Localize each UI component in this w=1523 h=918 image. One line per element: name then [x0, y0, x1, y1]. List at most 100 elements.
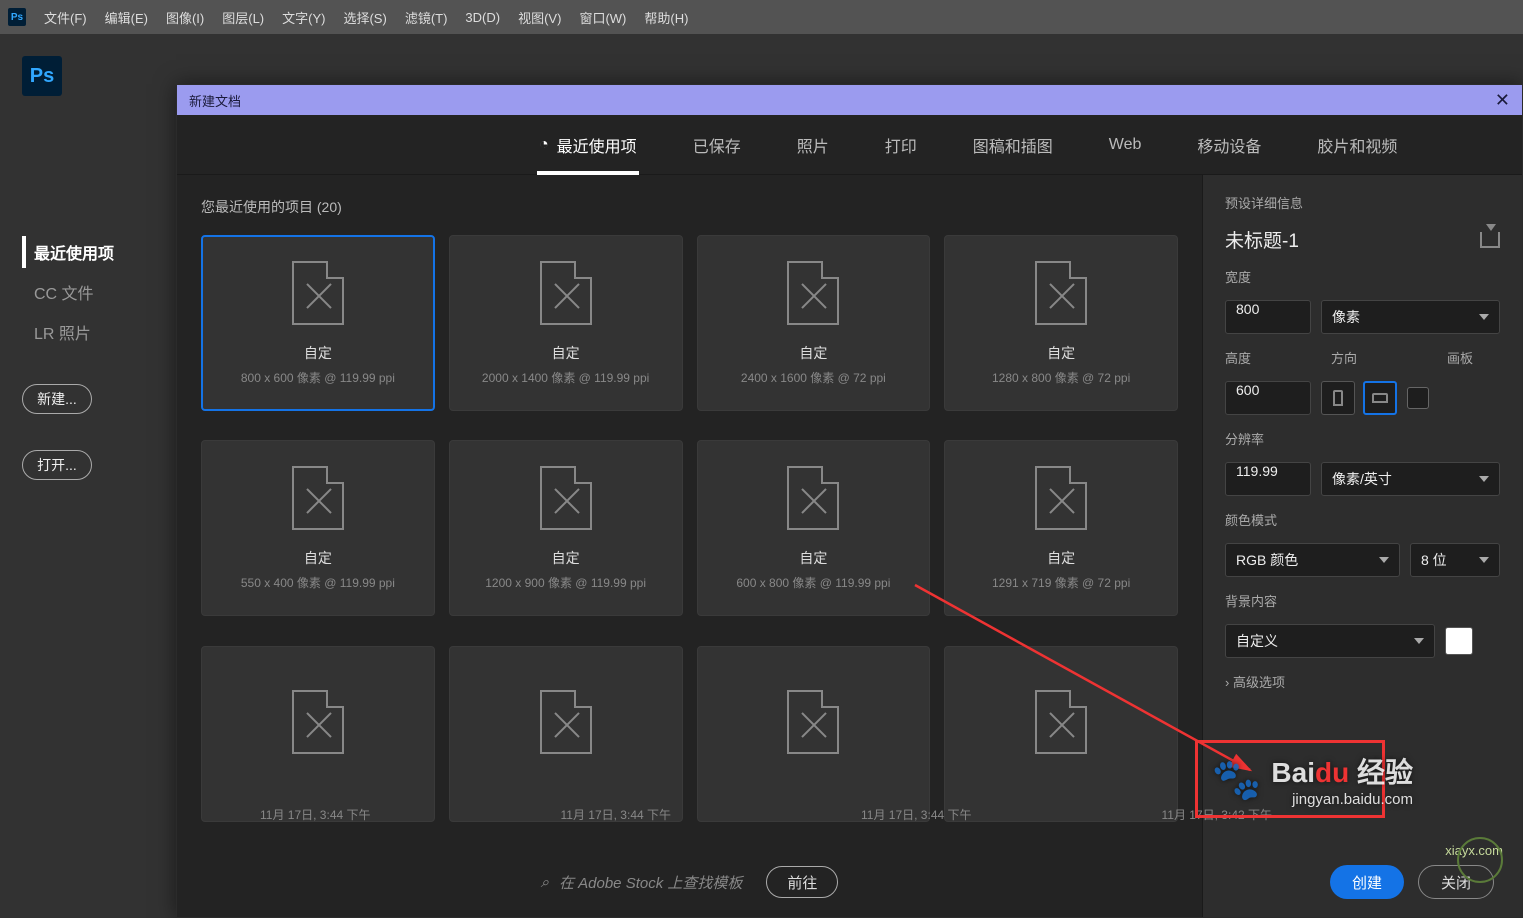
- preset-card[interactable]: [944, 646, 1178, 822]
- nav-lr-photos[interactable]: LR 照片: [22, 316, 172, 348]
- document-icon: [540, 690, 592, 754]
- nav-recent[interactable]: 最近使用项: [22, 236, 172, 268]
- resolution-unit-select[interactable]: 像素/英寸: [1321, 462, 1500, 496]
- wm-du: du: [1315, 757, 1349, 788]
- menu-select[interactable]: 选择(S): [343, 8, 386, 27]
- preset-card[interactable]: 自定1280 x 800 像素 @ 72 ppi: [944, 235, 1178, 411]
- advanced-options-toggle[interactable]: 高级选项: [1225, 672, 1500, 691]
- tab-web[interactable]: Web: [1107, 122, 1144, 168]
- preset-card[interactable]: 自定 550 x 400 像素 @ 119.99 ppi: [201, 440, 435, 616]
- background-value: 自定义: [1236, 631, 1278, 651]
- preset-name: 自定: [799, 343, 827, 363]
- preset-card[interactable]: 自定800 x 600 像素 @ 119.99 ppi: [201, 235, 435, 411]
- color-mode-value: RGB 颜色: [1236, 550, 1298, 570]
- preset-card[interactable]: [697, 646, 931, 822]
- resolution-input[interactable]: 119.99: [1225, 462, 1311, 496]
- width-unit-select[interactable]: 像素: [1321, 300, 1500, 334]
- height-label: 高度: [1225, 348, 1265, 367]
- preset-spec: 550 x 400 像素 @ 119.99 ppi: [241, 574, 395, 591]
- width-unit-value: 像素: [1332, 307, 1360, 327]
- orientation-group: [1321, 381, 1397, 415]
- preset-spec: 2000 x 1400 像素 @ 119.99 ppi: [482, 369, 649, 386]
- tab-art[interactable]: 图稿和插图: [971, 119, 1055, 171]
- preset-card[interactable]: [201, 646, 435, 822]
- dialog-titlebar[interactable]: 新建文档 ✕: [177, 85, 1522, 115]
- width-input[interactable]: 800: [1225, 300, 1311, 334]
- preset-card[interactable]: [449, 646, 683, 822]
- grid-heading: 您最近使用的项目 (20): [201, 197, 1178, 217]
- stock-search: ⌕ 在 Adobe Stock 上查找模板 前往: [201, 847, 1178, 917]
- wm-jy: 经验: [1357, 757, 1413, 788]
- height-input[interactable]: 600: [1225, 381, 1311, 415]
- preset-name: 自定: [1047, 343, 1075, 363]
- document-icon: [787, 261, 839, 325]
- dialog-close-icon[interactable]: ✕: [1495, 90, 1510, 111]
- menu-view[interactable]: 视图(V): [518, 8, 561, 27]
- timeline-t4: 11月 17日, 3:42 下午: [1162, 806, 1273, 823]
- document-name[interactable]: 未标题-1: [1225, 226, 1299, 253]
- wm-url: jingyan.baidu.com: [1271, 791, 1413, 808]
- tab-recent[interactable]: ◔ 最近使用项: [537, 119, 639, 175]
- document-icon: [540, 466, 592, 530]
- background-label: 背景内容: [1225, 591, 1500, 610]
- timeline-fragments: 11月 17日, 3:44 下午 11月 17日, 3:44 下午 11月 17…: [260, 806, 1272, 823]
- color-mode-label: 颜色模式: [1225, 510, 1500, 529]
- color-mode-select[interactable]: RGB 颜色: [1225, 543, 1400, 577]
- background-swatch[interactable]: [1445, 627, 1473, 655]
- preset-spec: 2400 x 1600 像素 @ 72 ppi: [741, 369, 886, 386]
- preset-spec: 800 x 600 像素 @ 119.99 ppi: [241, 369, 395, 386]
- width-label: 宽度: [1225, 267, 1500, 286]
- resolution-unit-value: 像素/英寸: [1332, 469, 1392, 489]
- stock-go-button[interactable]: 前往: [766, 866, 838, 898]
- menu-file[interactable]: 文件(F): [44, 8, 87, 27]
- save-preset-icon[interactable]: [1480, 232, 1500, 248]
- background-select[interactable]: 自定义: [1225, 624, 1435, 658]
- menu-window[interactable]: 窗口(W): [579, 8, 626, 27]
- orientation-portrait[interactable]: [1321, 381, 1355, 415]
- menu-edit[interactable]: 编辑(E): [105, 8, 148, 27]
- menu-layer[interactable]: 图层(L): [222, 8, 264, 27]
- preset-card[interactable]: 自定1200 x 900 像素 @ 119.99 ppi: [449, 440, 683, 616]
- tab-print[interactable]: 打印: [883, 119, 919, 171]
- tab-recent-label: 最近使用项: [557, 133, 637, 157]
- watermark-baidu: 🐾 Baidu 经验 jingyan.baidu.com: [1212, 751, 1413, 808]
- menu-type[interactable]: 文字(Y): [282, 8, 325, 27]
- timeline-t2: 11月 17日, 3:44 下午: [561, 806, 672, 823]
- document-icon: [1035, 466, 1087, 530]
- dialog-tabs: ◔ 最近使用项 已保存 照片 打印 图稿和插图 Web 移动设备 胶片和视频: [177, 115, 1522, 175]
- document-icon: [292, 466, 344, 530]
- search-icon: ⌕: [541, 874, 549, 891]
- tab-mobile[interactable]: 移动设备: [1195, 119, 1263, 171]
- preset-name: 自定: [304, 548, 332, 568]
- tab-photo[interactable]: 照片: [795, 119, 831, 171]
- home-open-button[interactable]: 打开...: [22, 450, 92, 480]
- resolution-label: 分辨率: [1225, 429, 1500, 448]
- menu-image[interactable]: 图像(I): [166, 8, 204, 27]
- document-icon: [1035, 690, 1087, 754]
- preset-grid: 自定800 x 600 像素 @ 119.99 ppi自定2000 x 1400…: [201, 235, 1178, 847]
- artboard-checkbox[interactable]: [1407, 387, 1429, 409]
- preset-spec: 1291 x 719 像素 @ 72 ppi: [992, 574, 1130, 591]
- tab-saved[interactable]: 已保存: [691, 119, 743, 171]
- preset-spec: 600 x 800 像素 @ 119.99 ppi: [736, 574, 890, 591]
- settings-title: 预设详细信息: [1225, 193, 1500, 212]
- stock-search-placeholder[interactable]: 在 Adobe Stock 上查找模板: [559, 872, 742, 893]
- preset-card[interactable]: 自定2000 x 1400 像素 @ 119.99 ppi: [449, 235, 683, 411]
- preset-name: 自定: [799, 548, 827, 568]
- preset-card[interactable]: 自定 2400 x 1600 像素 @ 72 ppi: [697, 235, 931, 411]
- orientation-landscape[interactable]: [1363, 381, 1397, 415]
- menu-filter[interactable]: 滤镜(T): [405, 8, 448, 27]
- document-icon: [787, 466, 839, 530]
- preset-spec: 1200 x 900 像素 @ 119.99 ppi: [485, 574, 646, 591]
- create-button[interactable]: 创建: [1330, 865, 1404, 899]
- menu-3d[interactable]: 3D(D): [465, 10, 500, 25]
- home-new-button[interactable]: 新建...: [22, 384, 92, 414]
- preset-card[interactable]: 自定 600 x 800 像素 @ 119.99 ppi: [697, 440, 931, 616]
- nav-cc-files[interactable]: CC 文件: [22, 276, 172, 308]
- menu-help[interactable]: 帮助(H): [644, 8, 688, 27]
- tab-film[interactable]: 胶片和视频: [1315, 119, 1399, 171]
- ps-mini-logo: Ps: [8, 8, 26, 26]
- preset-card[interactable]: 自定1291 x 719 像素 @ 72 ppi: [944, 440, 1178, 616]
- watermark-stamp: [1457, 837, 1503, 888]
- color-depth-select[interactable]: 8 位: [1410, 543, 1500, 577]
